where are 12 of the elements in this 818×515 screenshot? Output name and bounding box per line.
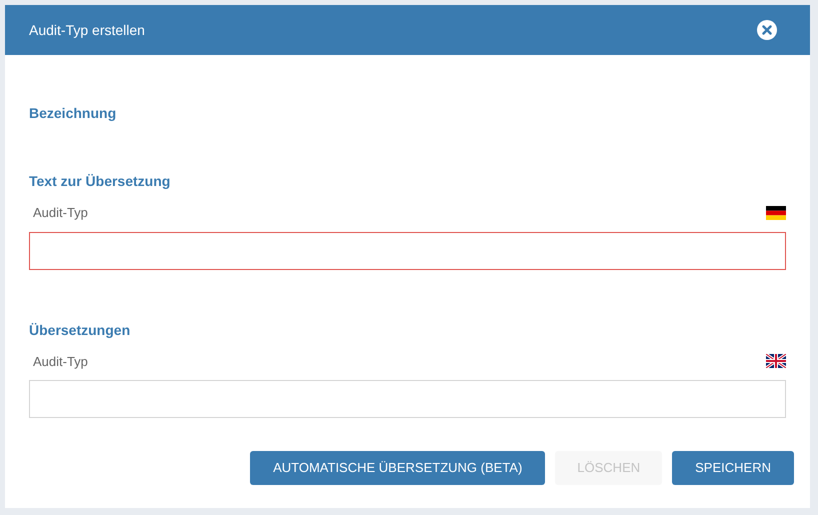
- dialog-button[interactable]: AUTOMATISCHE ÜBERSETZUNG (BETA): [250, 451, 546, 485]
- british-flag-icon: [766, 354, 786, 368]
- section-heading: Text zur Übersetzung: [29, 172, 172, 191]
- german-flag-icon: [766, 206, 786, 220]
- field-label: Audit-Typ: [33, 204, 88, 222]
- section-heading: Bezeichnung: [29, 104, 118, 123]
- field-label: Audit-Typ: [33, 352, 88, 371]
- section-heading: Übersetzungen: [29, 320, 132, 340]
- dialog-title: Audit-Typ erstellen: [29, 20, 145, 40]
- input-field[interactable]: [29, 232, 786, 270]
- dialog-button[interactable]: SPEICHERN: [672, 451, 794, 485]
- close-icon[interactable]: [757, 20, 777, 40]
